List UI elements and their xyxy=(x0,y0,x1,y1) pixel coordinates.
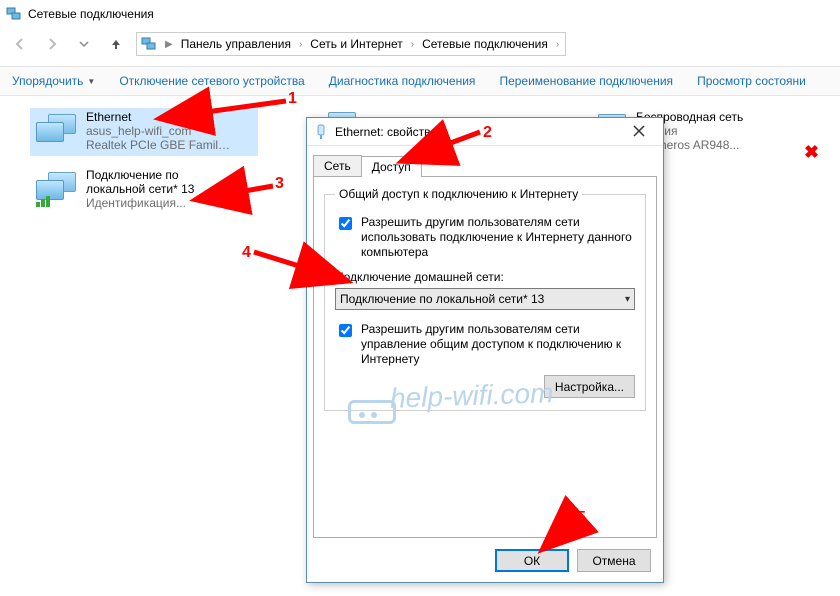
disable-device-button[interactable]: Отключение сетевого устройства xyxy=(119,74,304,88)
tabstrip: Сеть Доступ xyxy=(307,154,663,176)
connection-name: Подключение по xyxy=(86,168,194,182)
close-icon xyxy=(633,125,645,137)
connection-name: Ethernet xyxy=(86,110,236,124)
toolbar-label: Отключение сетевого устройства xyxy=(119,74,304,88)
connection-name-cont: локальной сети* 13 xyxy=(86,182,194,196)
allow-share-checkbox[interactable] xyxy=(339,217,352,230)
disabled-x-icon: ✖ xyxy=(804,142,819,163)
chevron-right-icon: ▶ xyxy=(163,39,175,50)
breadcrumb[interactable]: ▶ Панель управления › Сеть и Интернет › … xyxy=(136,32,566,56)
button-label: ОК xyxy=(524,554,540,568)
diagnose-button[interactable]: Диагностика подключения xyxy=(329,74,476,88)
ethernet-adapter-icon xyxy=(34,112,78,150)
allow-share-row: Разрешить другим пользователям сети испо… xyxy=(335,215,635,260)
annotation-1: 1 xyxy=(288,90,297,108)
toolbar-label: Просмотр состояни xyxy=(697,74,806,88)
connection-lan13[interactable]: Подключение по локальной сети* 13 Иденти… xyxy=(30,166,258,214)
toolbar-label: Упорядочить xyxy=(12,74,83,88)
connection-device: Realtek PCIe GBE Family C... xyxy=(86,138,236,152)
group-legend: Общий доступ к подключению к Интернету xyxy=(335,187,582,201)
address-bar: ▶ Панель управления › Сеть и Интернет › … xyxy=(8,32,832,56)
chevron-right-icon: › xyxy=(409,39,416,50)
view-status-button[interactable]: Просмотр состояни xyxy=(697,74,806,88)
tab-label: Доступ xyxy=(372,160,411,174)
allow-control-checkbox[interactable] xyxy=(339,324,352,337)
allow-control-row: Разрешить другим пользователям сети упра… xyxy=(335,322,635,367)
ics-group: Общий доступ к подключению к Интернету Р… xyxy=(324,187,646,411)
tab-panel-sharing: Общий доступ к подключению к Интернету Р… xyxy=(313,176,657,538)
button-label: Отмена xyxy=(592,554,635,568)
tab-sharing[interactable]: Доступ xyxy=(361,156,422,177)
connection-ethernet[interactable]: Ethernet asus_help-wifi_com Realtek PCIe… xyxy=(30,108,258,156)
breadcrumb-item[interactable]: Панель управления xyxy=(177,37,295,51)
annotation-3: 3 xyxy=(275,175,284,193)
ethernet-properties-dialog: Ethernet: свойства Сеть Доступ Общий дос… xyxy=(306,117,664,583)
annotation-5: 5 xyxy=(577,509,586,527)
nav-recent-button[interactable] xyxy=(72,32,96,56)
network-connections-icon xyxy=(6,6,22,22)
annotation-4: 4 xyxy=(242,244,251,262)
chevron-down-icon: ▾ xyxy=(625,294,630,305)
home-network-label: Подключение домашней сети: xyxy=(335,270,635,284)
chevron-right-icon: › xyxy=(297,39,304,50)
toolbar-label: Диагностика подключения xyxy=(329,74,476,88)
breadcrumb-item[interactable]: Сеть и Интернет xyxy=(306,37,406,51)
breadcrumb-item[interactable]: Сетевые подключения xyxy=(418,37,552,51)
allow-share-label: Разрешить другим пользователям сети испо… xyxy=(361,215,635,260)
close-button[interactable] xyxy=(619,120,659,142)
window-title: Сетевые подключения xyxy=(28,7,154,21)
nav-back-button[interactable] xyxy=(8,32,32,56)
settings-button[interactable]: Настройка... xyxy=(544,375,635,398)
chevron-down-icon: ▼ xyxy=(87,77,95,86)
ok-button[interactable]: ОК xyxy=(495,549,569,572)
connection-network: asus_help-wifi_com xyxy=(86,124,236,138)
explorer-titlebar: Сетевые подключения xyxy=(0,0,840,28)
dialog-title: Ethernet: свойства xyxy=(335,125,437,139)
tab-label: Сеть xyxy=(324,159,351,173)
connection-status: Идентификация... xyxy=(86,196,194,210)
tab-network[interactable]: Сеть xyxy=(313,155,362,176)
nav-up-button[interactable] xyxy=(104,32,128,56)
network-connections-icon xyxy=(141,36,157,52)
home-network-combobox[interactable]: Подключение по локальной сети* 13 ▾ xyxy=(335,288,635,310)
command-bar: Упорядочить ▼ Отключение сетевого устрой… xyxy=(0,66,840,96)
allow-control-label: Разрешить другим пользователям сети упра… xyxy=(361,322,635,367)
cancel-button[interactable]: Отмена xyxy=(577,549,651,572)
rename-button[interactable]: Переименование подключения xyxy=(499,74,673,88)
organize-menu[interactable]: Упорядочить ▼ xyxy=(12,74,95,88)
watermark-device-icon xyxy=(348,400,396,424)
chevron-right-icon: › xyxy=(554,39,561,50)
ethernet-cable-icon xyxy=(313,124,329,140)
nav-forward-button[interactable] xyxy=(40,32,64,56)
toolbar-label: Переименование подключения xyxy=(499,74,673,88)
combobox-value: Подключение по локальной сети* 13 xyxy=(340,292,544,306)
dialog-buttons: ОК Отмена xyxy=(495,549,651,572)
lan-adapter-icon xyxy=(34,170,78,208)
annotation-2: 2 xyxy=(483,124,492,142)
button-label: Настройка... xyxy=(555,380,624,394)
